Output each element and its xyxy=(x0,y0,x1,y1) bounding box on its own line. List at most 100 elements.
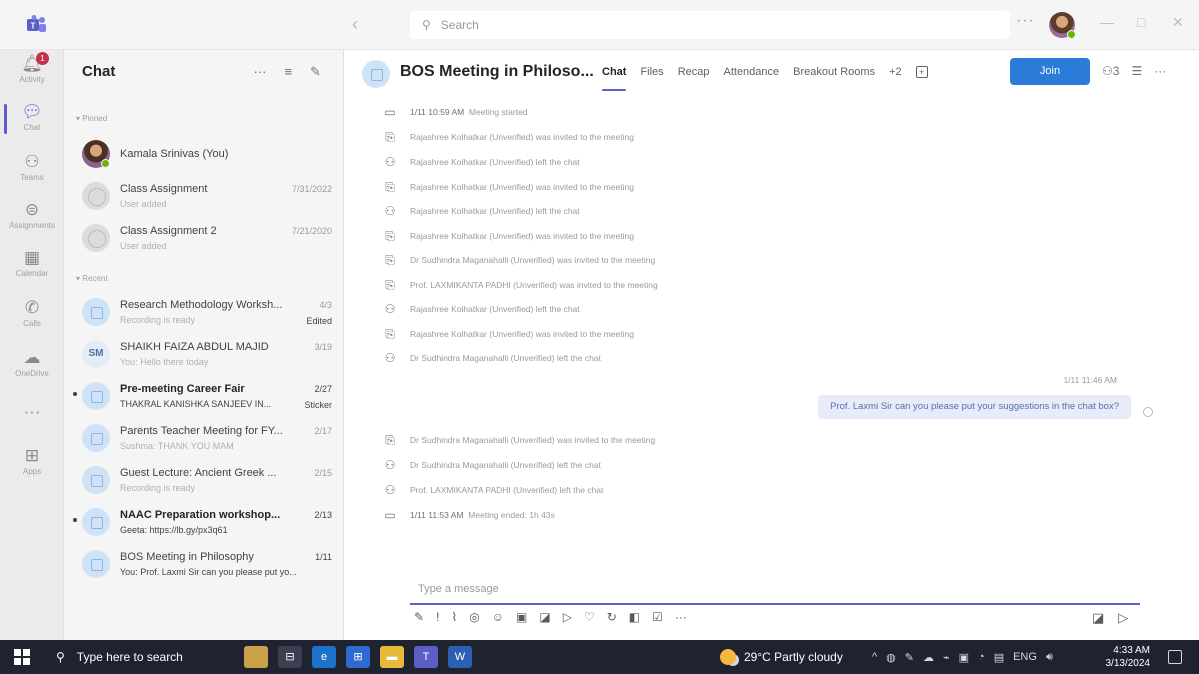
rail-apps[interactable]: ⊞ Apps xyxy=(0,446,64,476)
meet-now-icon[interactable]: ▷ xyxy=(563,610,572,624)
back-arrow-icon[interactable]: ‹ xyxy=(352,14,358,35)
chat-item-class-assignment[interactable]: Class Assignment User added 7/31/2022 xyxy=(82,180,332,220)
rail-calendar[interactable]: ▦ Calendar xyxy=(0,248,64,278)
search-bar[interactable]: ⚲ Search xyxy=(410,11,1010,39)
rail-label: Assignments xyxy=(9,221,55,230)
phone-icon: ✆ xyxy=(24,298,40,317)
network-icon[interactable]: ◍ xyxy=(886,651,896,664)
rail-more[interactable]: ··· xyxy=(0,402,64,422)
search-icon: ⚲ xyxy=(56,650,65,664)
rail-calls[interactable]: ✆ Calls xyxy=(0,298,64,328)
tab-attendance[interactable]: Attendance xyxy=(723,66,779,78)
tab-breakout-rooms[interactable]: Breakout Rooms xyxy=(793,66,875,78)
chat-list-panel: Chat ··· ≡ ✎ ▾ Pinned Kamala Srinivas (Y… xyxy=(64,50,344,640)
apps-icon[interactable]: ◧ xyxy=(629,610,640,624)
attach-icon[interactable]: ⌇ xyxy=(451,610,457,624)
language-icon[interactable]: ENG xyxy=(1013,651,1037,663)
invite-icon: ⎘ xyxy=(385,228,395,243)
chat-item-shaikh-faiza[interactable]: SM SHAIKH FAIZA ABDUL MAJID You: Hello t… xyxy=(82,338,332,378)
meeting-icon: ▭ xyxy=(384,105,396,119)
chevron-up-icon[interactable]: ^ xyxy=(872,651,877,663)
chat-extra: Edited xyxy=(306,316,332,326)
notification-icon[interactable] xyxy=(1168,650,1182,664)
more-icon[interactable]: ··· xyxy=(254,64,267,80)
edge-icon[interactable]: e xyxy=(312,646,336,668)
file-explorer-icon[interactable] xyxy=(244,646,268,668)
praise-icon[interactable]: ♡ xyxy=(584,610,595,624)
updates-icon[interactable]: ↻ xyxy=(607,610,617,624)
word-icon[interactable]: W xyxy=(448,646,472,668)
add-tab-icon[interactable]: + xyxy=(915,66,928,78)
polls-icon[interactable]: ☑ xyxy=(652,610,663,624)
join-button[interactable]: Join xyxy=(1010,58,1090,85)
maximize-button[interactable]: □ xyxy=(1137,14,1145,30)
sent-message-bubble[interactable]: Prof. Laxmi Sir can you please put your … xyxy=(818,395,1131,419)
list-icon[interactable]: ☰ xyxy=(1131,64,1142,78)
tab-more[interactable]: +2 xyxy=(889,66,902,78)
bluetooth-icon[interactable]: ⌁ xyxy=(943,651,950,664)
sticker-icon[interactable]: ◪ xyxy=(539,610,550,624)
send-icon[interactable]: ▷ xyxy=(1118,610,1128,626)
chat-item-naac-preparation[interactable]: NAAC Preparation workshop... Geeta: http… xyxy=(73,506,332,546)
rail-assignments[interactable]: ⊜ Assignments xyxy=(0,200,64,230)
activity-badge: 1 xyxy=(36,52,49,65)
available-status-icon xyxy=(1067,30,1076,39)
gif-icon[interactable]: ▣ xyxy=(516,610,527,624)
weather-widget[interactable]: 29°C Partly cloudy xyxy=(720,640,843,674)
chat-item-bos-meeting[interactable]: BOS Meeting in Philosophy You: Prof. Lax… xyxy=(82,548,332,588)
tab-files[interactable]: Files xyxy=(640,66,663,78)
new-chat-icon[interactable]: ✎ xyxy=(310,64,321,80)
chat-item-guest-lecture[interactable]: Guest Lecture: Ancient Greek ... Recordi… xyxy=(82,464,332,504)
unread-dot-icon xyxy=(73,518,77,522)
chat-item-self[interactable]: Kamala Srinivas (You) xyxy=(82,138,332,178)
start-button[interactable] xyxy=(14,649,30,665)
format-icon[interactable]: ✎ xyxy=(414,610,424,624)
rail-label: Chat xyxy=(23,123,41,132)
more-options-icon[interactable]: ··· xyxy=(1016,12,1035,30)
folder-icon[interactable]: ▬ xyxy=(380,646,404,668)
more-options-icon[interactable]: ··· xyxy=(1154,64,1166,78)
message-input[interactable] xyxy=(410,575,1140,603)
important-icon[interactable]: ! xyxy=(436,610,439,624)
invite-icon: ⎘ xyxy=(385,326,395,341)
onedrive-icon[interactable]: ☁︎ xyxy=(923,651,934,664)
teams-logo-icon: T xyxy=(27,15,46,32)
volume-icon[interactable]: 🔊︎ xyxy=(1046,651,1053,664)
chat-item-class-assignment-2[interactable]: Class Assignment 2 User added 7/21/2020 xyxy=(82,222,332,262)
display-icon[interactable]: ▤ xyxy=(994,651,1004,664)
group-chat-icon xyxy=(82,550,110,578)
chat-item-research-methodology[interactable]: Research Methodology Worksh... Recording… xyxy=(82,296,332,336)
chat-name: SHAIKH FAIZA ABDUL MAJID xyxy=(120,341,269,353)
security-icon[interactable]: ▣ xyxy=(959,651,969,664)
pen-icon[interactable]: ✎ xyxy=(905,651,914,664)
chat-item-pre-meeting-career-fair[interactable]: Pre-meeting Career Fair THAKRAL KANISHKA… xyxy=(73,380,332,420)
taskbar-search-placeholder: Type here to search xyxy=(76,650,183,664)
audio-message-icon[interactable]: ◪ xyxy=(1092,610,1104,626)
system-clock[interactable]: 4:33 AM 3/13/2024 xyxy=(1104,644,1151,670)
teams-taskbar-icon[interactable]: T xyxy=(414,646,438,668)
task-view-icon[interactable]: ⊟ xyxy=(278,646,302,668)
rail-activity[interactable]: 🔔︎ 1 Activity xyxy=(0,52,64,84)
store-icon[interactable]: ⊞ xyxy=(346,646,370,668)
participants-icon[interactable]: ⚇3 xyxy=(1102,64,1119,78)
more-icon[interactable]: ··· xyxy=(675,610,687,624)
wifi-icon[interactable]: ◔ xyxy=(978,651,985,663)
left-chat-icon: ⚇ xyxy=(384,458,396,472)
profile-avatar[interactable] xyxy=(1049,12,1076,39)
rail-teams[interactable]: ⚇ Teams xyxy=(0,152,64,182)
rail-chat[interactable]: 💬︎ Chat xyxy=(0,102,64,134)
chat-item-parents-teacher-meeting[interactable]: Parents Teacher Meeting for FY... Sushma… xyxy=(82,422,332,462)
rail-onedrive[interactable]: ☁︎ OneDrive xyxy=(0,348,64,378)
chat-name: BOS Meeting in Philosophy xyxy=(120,551,254,563)
message-timestamp: 1/11 11:46 AM xyxy=(1063,375,1117,385)
loop-icon[interactable]: ◎ xyxy=(469,610,479,624)
tab-recap[interactable]: Recap xyxy=(678,66,710,78)
recent-section-label[interactable]: ▾ Recent xyxy=(76,274,108,283)
filter-icon[interactable]: ≡ xyxy=(285,64,293,80)
close-button[interactable]: ✕ xyxy=(1172,14,1184,31)
tab-chat[interactable]: Chat xyxy=(602,66,627,91)
emoji-icon[interactable]: ☺ xyxy=(492,610,504,624)
minimize-button[interactable]: — xyxy=(1100,14,1114,30)
pinned-section-label[interactable]: ▾ Pinned xyxy=(76,114,107,123)
taskbar-search[interactable]: ⚲ Type here to search xyxy=(48,640,238,674)
